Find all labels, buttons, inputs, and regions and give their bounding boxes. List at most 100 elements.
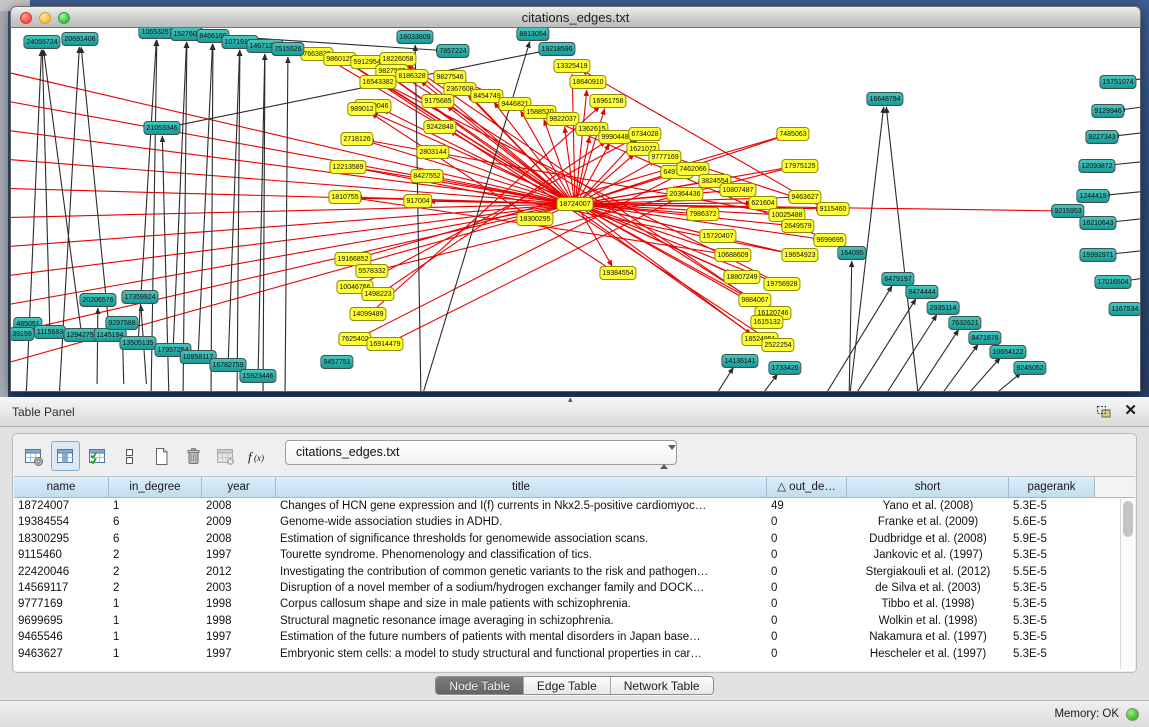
cell[interactable]: 2003	[202, 580, 276, 596]
network-node[interactable]: 19218596	[538, 42, 575, 56]
network-node[interactable]: 9297588	[105, 316, 138, 330]
network-edge[interactable]	[967, 358, 1001, 391]
cell[interactable]: 0	[767, 564, 847, 580]
cell[interactable]: 5.3E-5	[1009, 629, 1095, 645]
network-node[interactable]: 917004	[403, 194, 432, 208]
cell[interactable]: 9465546	[14, 629, 109, 645]
network-node[interactable]: 10807487	[719, 183, 756, 197]
cell[interactable]: Tourette syndrome. Phenomenology and cla…	[276, 547, 767, 563]
network-node[interactable]: 18724007	[556, 197, 593, 211]
cell[interactable]: 0	[767, 547, 847, 563]
network-edge[interactable]	[285, 57, 288, 391]
cell[interactable]: 5.6E-5	[1009, 514, 1095, 530]
column-header-out_de[interactable]: △ out_de…	[767, 477, 847, 497]
cell[interactable]: 1997	[202, 646, 276, 662]
cell[interactable]: 5.5E-5	[1009, 564, 1095, 580]
network-node[interactable]: 1498223	[361, 287, 394, 301]
cell[interactable]: 0	[767, 596, 847, 612]
cell[interactable]: 1997	[202, 547, 276, 563]
cell[interactable]: 0	[767, 629, 847, 645]
network-node[interactable]: 9175685	[421, 94, 454, 108]
network-node[interactable]: 17359924	[121, 290, 158, 304]
network-canvas[interactable]: 1872400718300295766382298601255912954182…	[10, 28, 1141, 392]
table-mode-icon[interactable]	[19, 441, 48, 471]
network-node[interactable]: 19654923	[781, 248, 818, 262]
network-node[interactable]: 7986372	[686, 207, 719, 221]
table-row[interactable]: 2242004622012Investigating the contribut…	[14, 564, 1119, 580]
network-node[interactable]: 1615132	[750, 315, 783, 329]
network-node[interactable]: 2718126	[340, 132, 373, 146]
cell[interactable]: Stergiakouli et al. (2012)	[847, 564, 1009, 580]
network-node[interactable]: 6734028	[628, 127, 661, 141]
cell[interactable]: Disruption of a novel member of a sodium…	[276, 580, 767, 596]
cell[interactable]: Franke et al. (2009)	[847, 514, 1009, 530]
network-node[interactable]: 6479197	[881, 272, 914, 286]
network-node[interactable]: 1733426	[768, 361, 801, 375]
cell[interactable]: Estimation of significance thresholds fo…	[276, 531, 767, 547]
column-header-name[interactable]: name	[14, 477, 109, 497]
cell[interactable]: 14569117	[14, 580, 109, 596]
table-row[interactable]: 969969511998Structural magnetic resonanc…	[14, 613, 1119, 629]
cell[interactable]: 5.3E-5	[1009, 613, 1095, 629]
cell[interactable]: 1	[109, 629, 202, 645]
network-node[interactable]: 16648794	[866, 92, 903, 106]
network-node[interactable]: 13505135	[119, 336, 156, 350]
cell[interactable]: 5.3E-5	[1009, 646, 1095, 662]
cell[interactable]: 5.3E-5	[1009, 498, 1095, 514]
network-node[interactable]: 7857224	[436, 44, 469, 58]
minimize-window-button[interactable]	[39, 12, 51, 24]
cell[interactable]: 9699695	[14, 613, 109, 629]
network-edge[interactable]	[183, 42, 187, 391]
cell[interactable]: 9463627	[14, 646, 109, 662]
cell[interactable]: 6	[109, 514, 202, 530]
network-node[interactable]: 1810755	[328, 190, 361, 204]
cell[interactable]: 2	[109, 580, 202, 596]
network-node[interactable]: 7632621	[948, 316, 981, 330]
cell[interactable]: 1998	[202, 596, 276, 612]
network-window-titlebar[interactable]: citations_edges.txt	[10, 6, 1141, 28]
network-node[interactable]: 15720407	[699, 229, 736, 243]
vertical-scrollbar[interactable]	[1120, 499, 1134, 669]
cell[interactable]: 2	[109, 547, 202, 563]
table-row[interactable]: 946554611997Estimation of the future num…	[14, 629, 1119, 645]
column-header-in_degree[interactable]: in_degree	[109, 477, 202, 497]
network-node[interactable]: 20691406	[61, 32, 98, 46]
cell[interactable]: 2008	[202, 531, 276, 547]
table-row[interactable]: 1872400712008Changes of HCN gene express…	[14, 498, 1119, 514]
cell[interactable]: Hescheler et al. (1997)	[847, 646, 1009, 662]
cell[interactable]: 0	[767, 514, 847, 530]
network-node[interactable]: 14136141	[721, 354, 758, 368]
network-edge[interactable]	[761, 374, 777, 391]
network-edge[interactable]	[941, 344, 978, 391]
network-node[interactable]: 9457751	[320, 355, 353, 369]
cell[interactable]: Genome-wide association studies in ADHD.	[276, 514, 767, 530]
delete-column-icon[interactable]	[179, 441, 208, 471]
network-node[interactable]: 5578332	[355, 264, 388, 278]
network-edge[interactable]	[211, 44, 213, 391]
network-node[interactable]: 8813054	[516, 28, 549, 41]
cell[interactable]: 0	[767, 613, 847, 629]
network-node[interactable]: 13325419	[553, 59, 590, 73]
network-node[interactable]: 17975125	[781, 159, 818, 173]
network-node[interactable]: 24055724	[23, 35, 60, 49]
network-edge[interactable]	[565, 127, 574, 198]
network-edge[interactable]	[11, 188, 567, 204]
cell[interactable]: Changes of HCN gene expression and I(f) …	[276, 498, 767, 514]
cell[interactable]: 18724007	[14, 498, 109, 514]
cell[interactable]: 9777169	[14, 596, 109, 612]
network-node[interactable]: 9777169	[648, 150, 681, 164]
cell[interactable]: 1	[109, 646, 202, 662]
network-node[interactable]: 16961758	[589, 94, 626, 108]
network-node[interactable]: 7485063	[776, 127, 809, 141]
table-row[interactable]: 1830029562008Estimation of significance …	[14, 531, 1119, 547]
cell[interactable]: 1998	[202, 613, 276, 629]
network-node[interactable]: 8427552	[410, 169, 443, 183]
collapse-panel-handle[interactable]: ▴	[568, 394, 573, 405]
network-node[interactable]: 9227343	[1085, 130, 1118, 144]
cell[interactable]: Dudbridge et al. (2008)	[847, 531, 1009, 547]
network-edge[interactable]	[198, 44, 212, 351]
column-header-title[interactable]: title	[276, 477, 767, 497]
network-node[interactable]: 21053346	[143, 121, 180, 135]
network-node[interactable]: 17016504	[1094, 275, 1131, 289]
network-node[interactable]: 16210643	[1079, 216, 1116, 230]
